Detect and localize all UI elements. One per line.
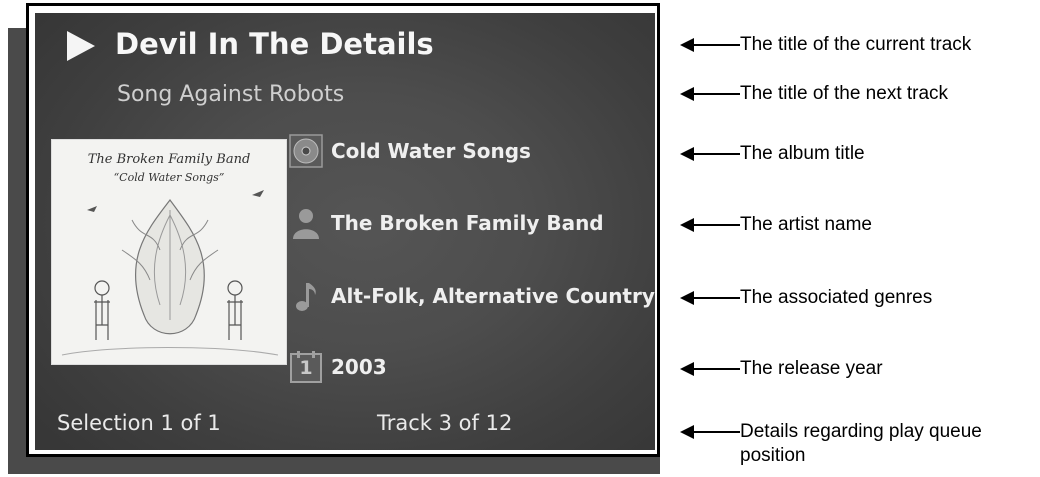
album-title: Cold Water Songs xyxy=(331,139,531,163)
disc-icon xyxy=(289,134,323,168)
genres: Alt-Folk, Alternative Country xyxy=(331,284,655,308)
now-playing-screen: Devil In The Details Song Against Robots… xyxy=(35,13,655,450)
music-note-icon xyxy=(289,279,323,313)
callout-arrow xyxy=(680,362,740,376)
callout-current-track: The title of the current track xyxy=(680,33,972,57)
genre-row: Alt-Folk, Alternative Country xyxy=(289,278,655,314)
callout-artist-name: The artist name xyxy=(680,213,872,237)
callout-arrow xyxy=(680,38,740,52)
calendar-icon-digit: 1 xyxy=(299,357,313,379)
callout-label: The artist name xyxy=(740,214,872,235)
artist-row: The Broken Family Band xyxy=(289,205,604,241)
callout-arrow xyxy=(680,425,740,439)
callout-album-title: The album title xyxy=(680,142,865,166)
callout-arrow xyxy=(680,147,740,161)
selection-position: Selection 1 of 1 xyxy=(57,411,221,435)
callout-queue-position: Details regarding play queue position xyxy=(680,420,1030,468)
artist-name: The Broken Family Band xyxy=(331,211,604,235)
next-track-title: Song Against Robots xyxy=(117,82,345,107)
release-year: 2003 xyxy=(331,355,387,379)
callout-genres: The associated genres xyxy=(680,286,933,310)
track-position: Track 3 of 12 xyxy=(377,411,513,435)
play-icon xyxy=(67,31,95,61)
callout-arrow xyxy=(680,87,740,101)
callout-label: The release year xyxy=(740,358,883,379)
album-row: Cold Water Songs xyxy=(289,133,531,169)
callout-next-track: The title of the next track xyxy=(680,82,949,106)
callout-arrow xyxy=(680,218,740,232)
calendar-icon: 1 xyxy=(289,350,323,384)
person-icon xyxy=(289,206,323,240)
album-art: The Broken Family Band “Cold Water Songs… xyxy=(51,139,287,365)
callout-label: The title of the next track xyxy=(740,83,949,104)
callout-release-year: The release year xyxy=(680,357,883,381)
callout-arrow xyxy=(680,291,740,305)
current-track-title: Devil In The Details xyxy=(115,27,434,61)
album-art-album-text: “Cold Water Songs” xyxy=(113,171,225,184)
callout-label: The title of the current track xyxy=(740,34,972,55)
album-art-band-text: The Broken Family Band xyxy=(87,152,251,167)
callout-label: The associated genres xyxy=(740,287,933,308)
year-row: 1 2003 xyxy=(289,349,387,385)
callout-label: Details regarding play queue position xyxy=(740,421,982,466)
callout-label: The album title xyxy=(740,143,865,164)
